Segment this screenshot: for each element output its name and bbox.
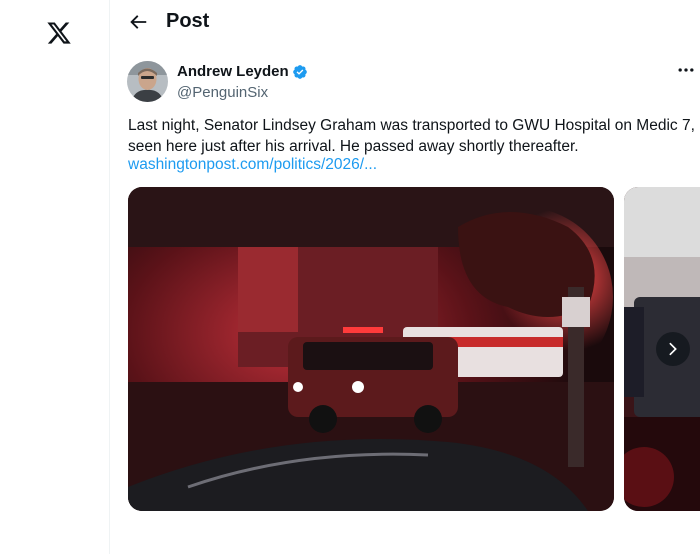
- avatar[interactable]: [127, 61, 168, 102]
- tweet-photo-1[interactable]: [128, 187, 614, 511]
- author-display-name[interactable]: Andrew Leyden: [177, 63, 289, 80]
- tweet-line-1: Last night, Senator Lindsey Graham was t…: [128, 117, 695, 134]
- back-arrow-icon[interactable]: [127, 11, 149, 33]
- carousel-next-button[interactable]: [656, 332, 690, 366]
- page-title: Post: [166, 10, 210, 32]
- verified-badge-icon: [293, 65, 307, 79]
- more-options-icon[interactable]: [676, 60, 696, 80]
- chevron-right-icon: [669, 342, 677, 356]
- tweet-body: Last night, Senator Lindsey Graham was t…: [128, 115, 700, 157]
- tweet-line-2: seen here just after his arrival. He pas…: [128, 138, 579, 155]
- author-handle[interactable]: @PenguinSix: [177, 84, 268, 101]
- left-sidebar: [0, 0, 110, 554]
- x-logo-icon[interactable]: [46, 20, 72, 46]
- tweet-link[interactable]: washingtonpost.com/politics/2026/...: [128, 156, 377, 174]
